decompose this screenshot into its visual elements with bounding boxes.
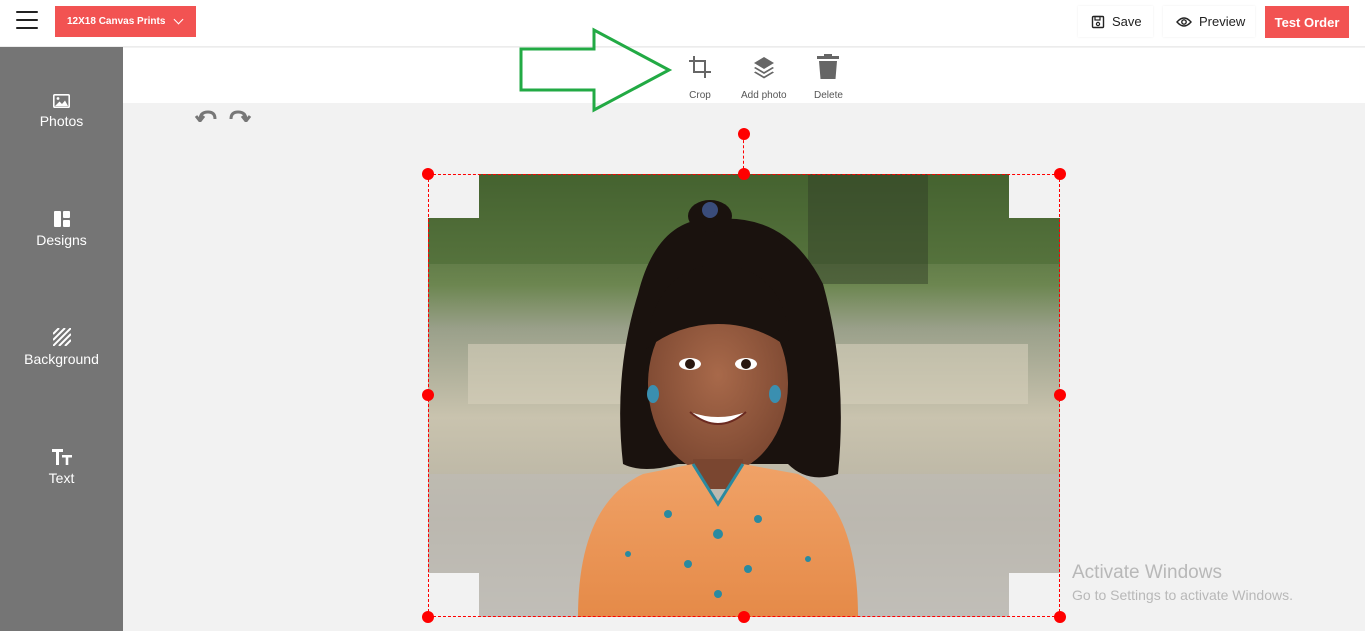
add-photo-button[interactable]: Add photo [741, 52, 787, 101]
hatch-icon [52, 328, 71, 346]
resize-handle-top-left[interactable] [422, 168, 434, 180]
resize-handle-left[interactable] [422, 389, 434, 401]
add-photo-label: Add photo [741, 90, 787, 101]
undo-icon[interactable] [194, 108, 218, 122]
preview-button[interactable]: Preview [1163, 6, 1255, 37]
annotation-arrow-icon [519, 27, 673, 113]
sidebar-item-designs[interactable]: Designs [0, 207, 123, 277]
test-order-button[interactable]: Test Order [1265, 6, 1349, 38]
history-controls [194, 108, 254, 122]
image-icon [53, 94, 70, 108]
crop-label: Crop [689, 90, 711, 101]
watermark-subtitle: Go to Settings to activate Windows. [1072, 587, 1293, 603]
resize-handle-bottom[interactable] [738, 611, 750, 623]
product-select[interactable]: 12X18 Canvas Prints [55, 6, 196, 37]
sidebar-item-label: Photos [39, 113, 84, 129]
crop-button[interactable]: Crop [688, 52, 712, 101]
menu-icon[interactable] [16, 11, 38, 31]
sidebar-item-photos[interactable]: Photos [0, 88, 123, 158]
eye-icon [1176, 16, 1192, 27]
corner-mask [1009, 174, 1060, 218]
layers-icon [753, 57, 774, 79]
delete-label: Delete [814, 90, 843, 101]
resize-handle-top-right[interactable] [1054, 168, 1066, 180]
top-bar: 12X18 Canvas Prints Save Preview Test Or… [0, 0, 1365, 47]
redo-icon[interactable] [228, 108, 252, 122]
rotate-handle[interactable] [738, 128, 750, 140]
sidebar-item-label: Background [24, 351, 99, 367]
corner-mask [428, 573, 479, 617]
design-canvas[interactable] [428, 174, 1060, 617]
resize-handle-right[interactable] [1054, 389, 1066, 401]
sidebar-item-label: Designs [36, 232, 87, 248]
delete-button[interactable]: Delete [814, 52, 843, 101]
sidebar-item-label: Text [48, 470, 75, 486]
canvas-photo[interactable] [428, 174, 1060, 617]
preview-label: Preview [1199, 14, 1246, 29]
layout-icon [53, 211, 70, 227]
save-label: Save [1112, 14, 1142, 29]
watermark-title: Activate Windows [1072, 562, 1222, 583]
chevron-down-icon [173, 14, 184, 25]
crop-icon [689, 56, 711, 78]
sidebar-item-text[interactable]: Text [0, 445, 123, 515]
corner-mask [428, 174, 479, 218]
save-icon [1091, 15, 1105, 28]
trash-icon [817, 54, 840, 79]
resize-handle-bottom-left[interactable] [422, 611, 434, 623]
resize-handle-bottom-right[interactable] [1054, 611, 1066, 623]
text-icon [51, 449, 72, 465]
save-button[interactable]: Save [1078, 6, 1153, 37]
windows-watermark: Activate Windows Go to Settings to activ… [1072, 562, 1293, 603]
test-order-label: Test Order [1274, 14, 1340, 30]
sidebar: Photos Designs Background Text [0, 47, 123, 631]
product-select-label: 12X18 Canvas Prints [67, 16, 166, 27]
resize-handle-top[interactable] [738, 168, 750, 180]
sidebar-item-background[interactable]: Background [0, 326, 123, 396]
corner-mask [1009, 573, 1060, 617]
